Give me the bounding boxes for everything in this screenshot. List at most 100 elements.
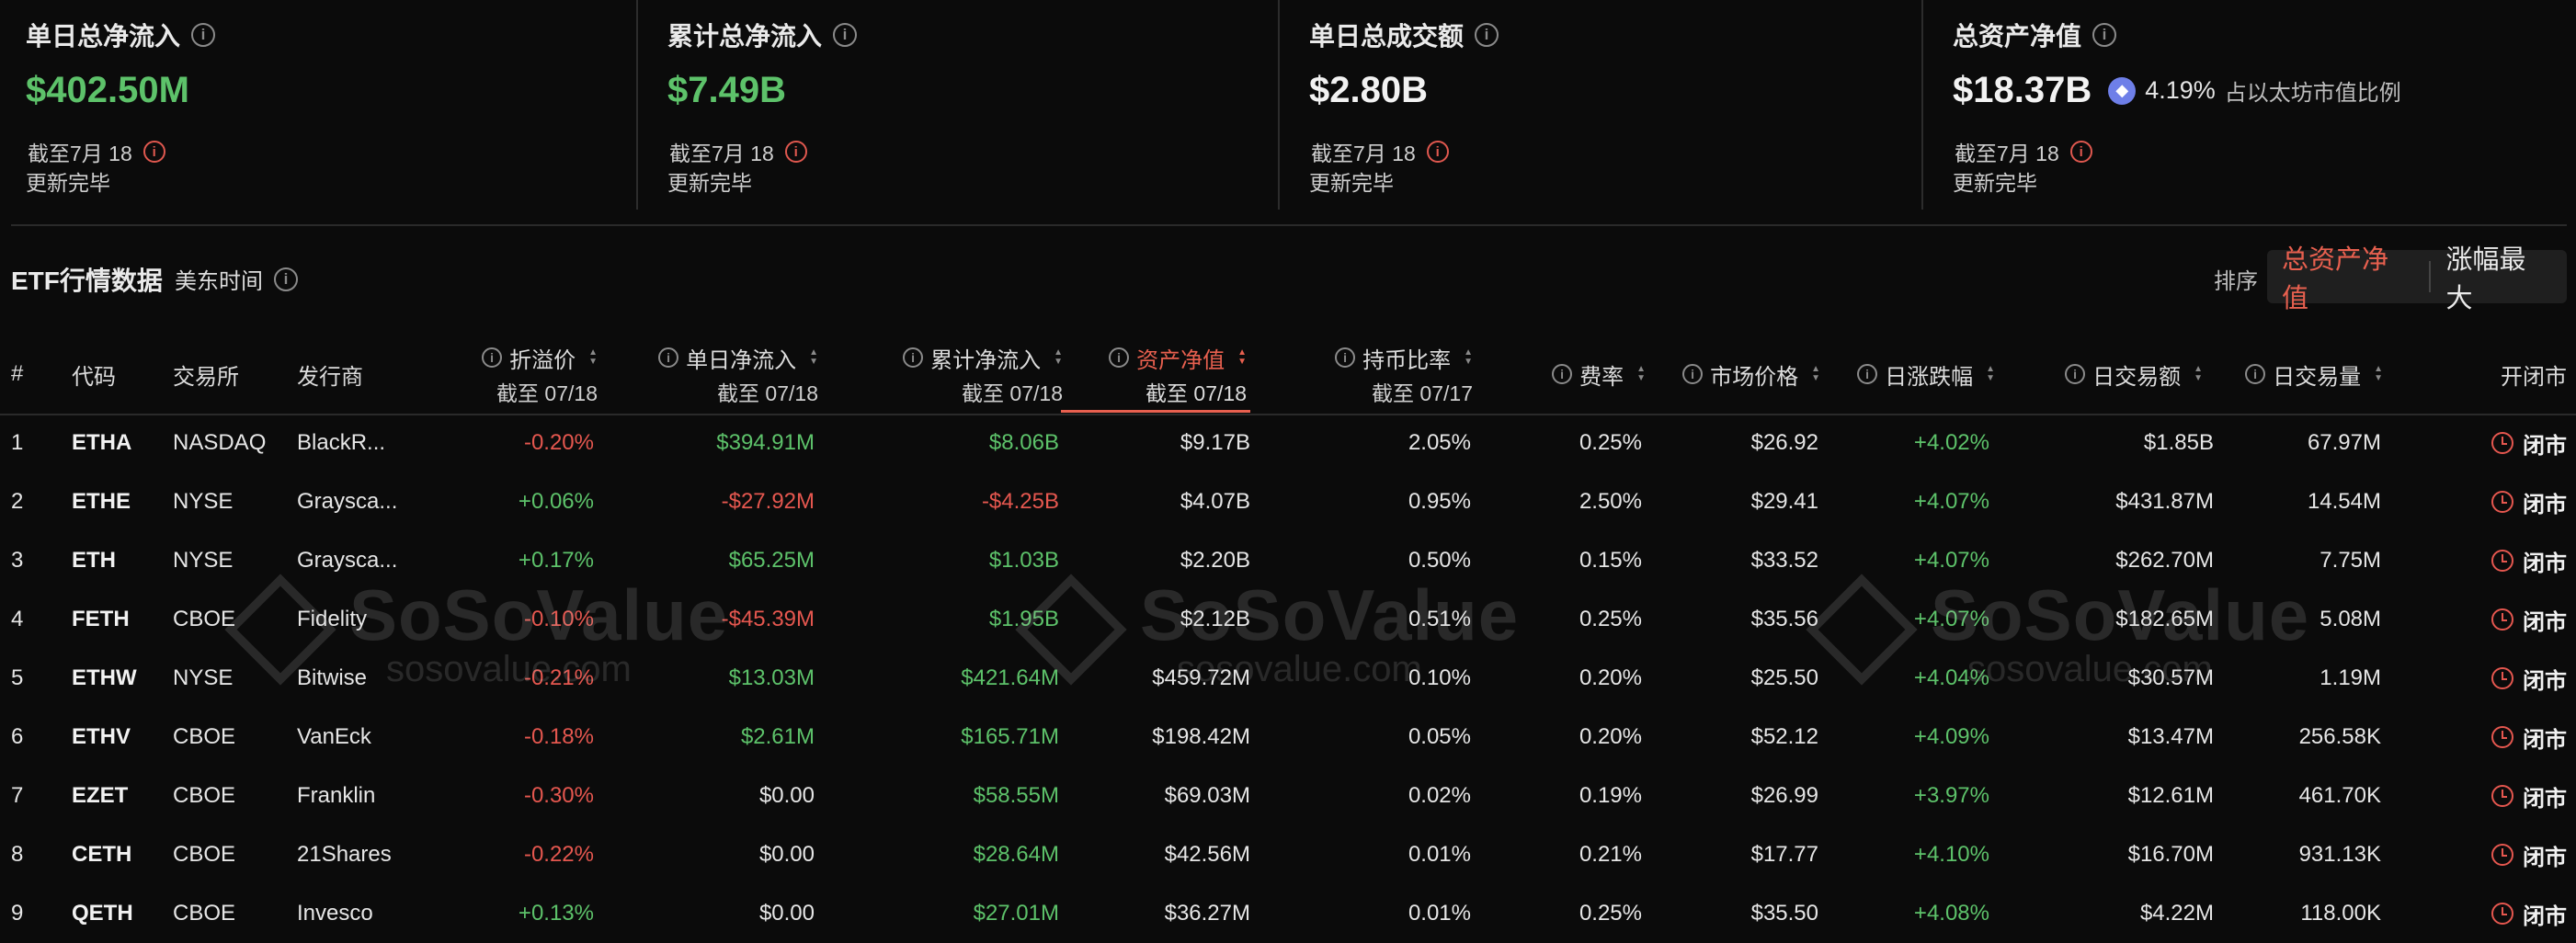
ticker-code[interactable]: EZET (72, 767, 164, 825)
row-index: 2 (11, 489, 24, 514)
sort-arrows-icon[interactable]: ▲ ▼ (588, 348, 598, 367)
table-row[interactable]: 4 FETH CBOE Fidelity -0.10% -$45.39M $1.95B $2.… (0, 590, 2576, 649)
info-icon[interactable]: i (903, 347, 924, 368)
header-volume[interactable]: i 日交易量 ▲ ▼ (2230, 335, 2383, 414)
timezone-label: 美东时间 (175, 269, 263, 294)
sort-arrows-icon[interactable]: ▲ ▼ (1464, 348, 1473, 367)
eth-market-cap-ratio-label: 占以太坊市值比例 (2224, 81, 2401, 106)
alert-info-icon[interactable]: i (784, 141, 807, 163)
cumulative-net-inflow: $1.03B (988, 548, 1059, 573)
ticker-code[interactable]: ETH (72, 531, 164, 590)
header-change[interactable]: i 日涨跌幅 ▲ ▼ (1848, 335, 1995, 414)
market-status: 闭市 (2464, 825, 2567, 884)
net-asset-value: $4.07B (1180, 489, 1250, 514)
ticker-code[interactable]: ETHE (72, 472, 164, 531)
header-turnover-label: 日交易额 (2092, 364, 2182, 390)
exchange: NYSE (173, 665, 234, 690)
table-row[interactable]: 6 ETHV CBOE VanEck -0.18% $2.61M $165.71M $198.… (0, 708, 2576, 767)
sort-arrows-icon[interactable]: ▲ ▼ (2374, 365, 2383, 383)
clock-icon (2491, 432, 2513, 454)
header-holding-ratio[interactable]: i 持币比率 ▲ ▼ 截至 07/17 (1305, 335, 1473, 414)
info-icon[interactable]: i (833, 23, 858, 47)
info-icon[interactable]: i (274, 267, 298, 291)
alert-info-icon[interactable]: i (142, 141, 165, 163)
info-icon[interactable]: i (1109, 347, 1130, 368)
ticker-code[interactable]: ETHW (72, 649, 164, 708)
sort-arrows-icon[interactable]: ▲ ▼ (1237, 348, 1247, 367)
market-status-label: 闭市 (2523, 492, 2567, 517)
fee-rate: 0.15% (1579, 548, 1642, 573)
premium: -0.21% (523, 665, 594, 690)
alert-info-icon[interactable]: i (2069, 141, 2092, 163)
ticker-code[interactable]: QETH (72, 884, 164, 943)
market-status-label: 闭市 (2523, 433, 2567, 459)
header-turnover[interactable]: i 日交易额 ▲ ▼ (2059, 335, 2203, 414)
clock-icon (2491, 608, 2513, 631)
alert-info-icon[interactable]: i (1426, 141, 1449, 163)
daily-net-inflow: $2.61M (740, 724, 815, 749)
market-price: $17.77 (1750, 842, 1818, 867)
card-title: 累计总净流入 (667, 22, 823, 51)
ticker-code[interactable]: CETH (72, 825, 164, 884)
header-fee[interactable]: i 费率 ▲ ▼ (1544, 335, 1646, 414)
card-date: 截至7月 18 (1311, 142, 1416, 165)
header-cum-inflow[interactable]: i 累计净流入 ▲ ▼ 截至 07/18 (883, 335, 1063, 414)
header-price[interactable]: i 市场价格 ▲ ▼ (1673, 335, 1820, 414)
row-index: 5 (11, 665, 24, 690)
ticker-code[interactable]: FETH (72, 590, 164, 649)
market-status-label: 闭市 (2523, 668, 2567, 694)
header-holding-ratio-date: 截至 07/17 (1372, 381, 1473, 405)
row-index: 6 (11, 724, 24, 749)
table-row[interactable]: 3 ETH NYSE Graysca... +0.17% $65.25M $1.03B $2.… (0, 531, 2576, 590)
premium: -0.30% (523, 783, 594, 808)
header-nav[interactable]: i 资产净值 ▲ ▼ 截至 07/18 (1066, 335, 1247, 414)
table-row[interactable]: 8 CETH CBOE 21Shares -0.22% $0.00 $28.64M $42.5… (0, 825, 2576, 884)
sort-arrows-icon[interactable]: ▲ ▼ (1811, 365, 1820, 383)
sort-arrows-icon[interactable]: ▲ ▼ (2194, 365, 2203, 383)
info-icon[interactable]: i (2065, 364, 2086, 384)
sort-by-gain-button[interactable]: 涨幅最大 (2431, 245, 2567, 313)
clock-icon (2491, 785, 2513, 807)
header-premium[interactable]: i 折溢价 ▲ ▼ 截至 07/18 (432, 335, 598, 414)
info-icon[interactable]: i (482, 347, 503, 368)
sort-arrows-icon[interactable]: ▲ ▼ (1986, 365, 1995, 383)
sort-arrows-icon[interactable]: ▲ ▼ (1636, 365, 1646, 383)
card-status: 更新完毕 (26, 171, 110, 195)
sort-by-nav-button[interactable]: 总资产净值 (2267, 245, 2429, 313)
card-value: $7.49B (667, 70, 786, 110)
daily-net-inflow: $0.00 (758, 901, 815, 926)
info-icon[interactable]: i (1552, 364, 1573, 384)
sort-arrows-icon[interactable]: ▲ ▼ (809, 348, 818, 367)
info-icon[interactable]: i (1335, 347, 1356, 368)
clock-icon (2491, 491, 2513, 513)
table-row[interactable]: 5 ETHW NYSE Bitwise -0.21% $13.03M $421.64M $45… (0, 649, 2576, 708)
header-daily-inflow[interactable]: i 单日净流入 ▲ ▼ 截至 07/18 (634, 335, 818, 414)
market-status: 闭市 (2464, 649, 2567, 708)
info-icon[interactable]: i (191, 23, 216, 47)
daily-change: +4.04% (1913, 665, 1989, 690)
info-icon[interactable]: i (2245, 364, 2266, 384)
header-code: 代码 (72, 364, 116, 390)
ticker-code[interactable]: ETHA (72, 414, 164, 472)
market-status-label: 闭市 (2523, 551, 2567, 576)
card-date: 截至7月 18 (669, 142, 774, 165)
info-icon[interactable]: i (1682, 364, 1704, 384)
ticker-code[interactable]: ETHV (72, 708, 164, 767)
issuer: VanEck (297, 724, 371, 749)
market-price: $26.92 (1750, 430, 1818, 455)
table-row[interactable]: 9 QETH CBOE Invesco +0.13% $0.00 $27.01M $36.27… (0, 884, 2576, 943)
table-row[interactable]: 2 ETHE NYSE Graysca... +0.06% -$27.92M -$4.25B… (0, 472, 2576, 531)
exchange: CBOE (173, 724, 236, 749)
card-title: 单日总净流入 (26, 22, 181, 51)
table-row[interactable]: 1 ETHA NASDAQ BlackR... -0.20% $394.91M $8.06B… (0, 414, 2576, 472)
info-icon[interactable]: i (1857, 364, 1878, 384)
header-price-label: 市场价格 (1710, 364, 1799, 390)
header-daily-inflow-label: 单日净流入 (686, 347, 797, 373)
info-icon[interactable]: i (658, 347, 679, 368)
issuer: Invesco (297, 901, 373, 926)
table-row[interactable]: 7 EZET CBOE Franklin -0.30% $0.00 $58.55M $69.0… (0, 767, 2576, 825)
info-icon[interactable]: i (1475, 23, 1499, 47)
header-nav-label: 资产净值 (1136, 347, 1225, 373)
sort-arrows-icon[interactable]: ▲ ▼ (1054, 348, 1063, 367)
info-icon[interactable]: i (2092, 23, 2117, 47)
